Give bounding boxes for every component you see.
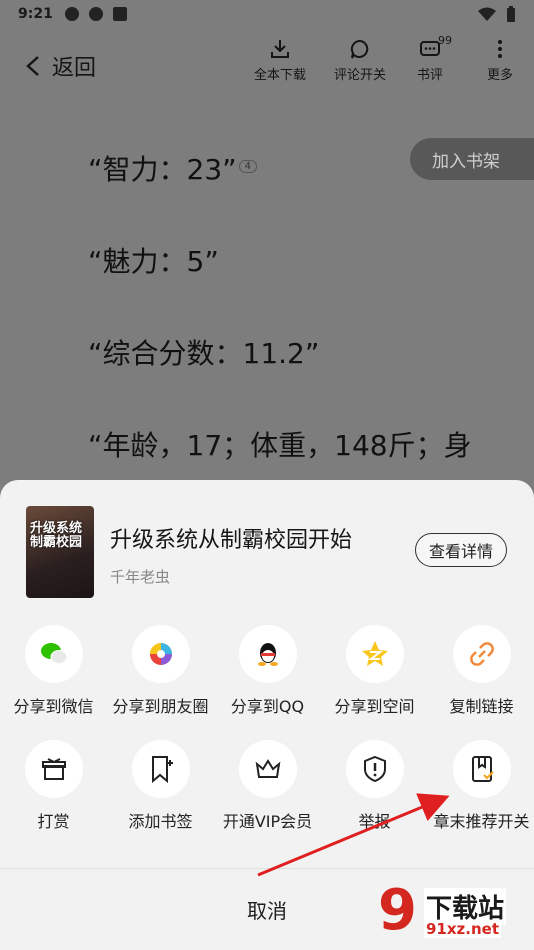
view-details-button[interactable]: 查看详情 [415,533,507,567]
comments-toggle-label: 评论开关 [333,68,386,83]
download-all-button[interactable]: 全本下载 [250,38,310,83]
reader-text-line: “综合分数：11.2” [88,337,320,370]
app-notification-icon [112,7,127,21]
moments-icon [149,643,172,665]
book-author: 千年老虫 [110,568,171,586]
tip-button[interactable]: 打赏 [0,740,107,832]
chapter-recommend-label: 章末推荐开关 [433,812,530,831]
reader-text-line: “魅力：5” [88,245,219,278]
wifi-icon [478,7,496,21]
book-title: 升级系统从制霸校园开始 [110,528,353,553]
share-wechat-label: 分享到微信 [13,697,94,716]
reviews-button[interactable]: 99 书评 [400,34,460,83]
share-moments-label: 分享到朋友圈 [112,697,209,716]
back-label: 返回 [52,56,97,81]
share-sheet: 升级系统制霸校园 升级系统从制霸校园开始 千年老虫 查看详情 分享到微信 分享到… [0,480,534,950]
share-qq-label: 分享到QQ [230,697,305,716]
comments-toggle-button[interactable]: 评论开关 [330,38,390,83]
book-info: 升级系统制霸校园 升级系统从制霸校园开始 千年老虫 查看详情 [0,480,534,600]
reader-text-line: “智力：23” 4 [88,148,258,188]
crown-icon [255,759,280,778]
reader-line-text: “智力：23” [88,153,237,186]
download-all-label: 全本下载 [253,68,306,83]
reader-toolbar: 返回 全本下载 评论开关 99 书评 更多 [0,28,534,100]
share-qzone-label: 分享到空间 [334,697,415,716]
status-bar: 9:21 [0,0,534,28]
watermark-url: 91xz.net [424,920,502,938]
paragraph-comment-badge[interactable]: 4 [238,160,258,173]
battery-icon [507,6,515,22]
book-cover-text: 升级系统制霸校园 [30,521,83,550]
qzone-icon [361,641,388,666]
copy-link-label: 复制链接 [449,697,514,716]
bookmark-add-icon [151,756,173,784]
gift-icon [41,758,66,780]
share-qq-button[interactable]: 分享到QQ [214,625,321,717]
chapter-recommend-toggle-button[interactable]: 章末推荐开关 [428,740,534,832]
report-button[interactable]: 举报 [321,740,428,832]
report-label: 举报 [358,812,391,831]
reader-text-line: “年龄，17；体重，148斤；身 [88,429,472,462]
watermark-logo: 9 下载站 91xz.net [378,878,528,944]
download-icon [271,40,289,58]
wechat-icon [40,643,67,664]
add-bookmark-button[interactable]: 添加书签 [107,740,214,832]
chapter-recommend-icon [471,756,494,782]
more-label: 更多 [486,68,513,83]
status-time: 9:21 [18,6,53,22]
reviews-count: 99 [438,34,452,47]
share-moments-button[interactable]: 分享到朋友圈 [107,625,214,717]
reviews-label: 书评 [416,68,443,83]
vip-label: 开通VIP会员 [222,812,313,831]
add-bookmark-label: 添加书签 [128,812,193,831]
more-vertical-icon [498,40,502,58]
back-button[interactable]: 返回 [24,50,96,82]
app-notification-icon [64,7,79,21]
share-qzone-button[interactable]: 分享到空间 [321,625,428,717]
add-to-shelf-button[interactable]: 加入书架 [410,138,534,180]
chevron-left-icon [26,56,39,76]
link-icon [469,642,494,666]
book-cover: 升级系统制霸校园 [26,506,94,598]
copy-link-button[interactable]: 复制链接 [428,625,534,717]
watermark-mark: 9 [378,878,417,943]
vip-button[interactable]: 开通VIP会员 [214,740,321,832]
share-wechat-button[interactable]: 分享到微信 [0,625,107,717]
tip-label: 打赏 [37,812,70,831]
app-notification-icon [88,7,103,21]
comment-toggle-icon [350,39,369,59]
more-button[interactable]: 更多 [470,38,530,83]
qq-icon [257,643,278,666]
shield-alert-icon [363,755,386,783]
